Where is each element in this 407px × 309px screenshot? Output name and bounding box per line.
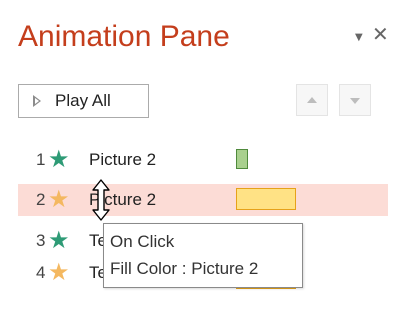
move-earlier-button[interactable]: [296, 84, 328, 116]
animation-row-2[interactable]: 2 ★ Picture 2: [18, 184, 388, 216]
animation-target: Picture 2: [89, 150, 157, 169]
move-earlier-icon: [307, 97, 317, 103]
emphasis-star-icon: ★: [48, 185, 70, 213]
animation-tooltip: On Click Fill Color : Picture 2: [103, 223, 303, 288]
close-icon[interactable]: ✕: [372, 22, 389, 46]
timeline-bar[interactable]: [236, 149, 248, 169]
entrance-star-icon: ★: [48, 226, 70, 254]
play-all-label: Play All: [55, 91, 111, 110]
animation-number: 1: [36, 150, 46, 169]
animation-number: 3: [36, 231, 46, 250]
tooltip-effect: Fill Color : Picture 2: [110, 259, 259, 278]
emphasis-star-icon: ★: [48, 258, 70, 286]
animation-number: 4: [36, 263, 46, 282]
play-triangle-icon: [33, 95, 41, 107]
tooltip-trigger: On Click: [110, 232, 175, 251]
play-all-button[interactable]: Play All: [18, 84, 149, 118]
animation-pane: Animation Pane ▼ ✕ Play All 1 ★ Picture …: [0, 0, 407, 309]
animation-row-1[interactable]: 1 ★ Picture 2: [18, 144, 388, 176]
timeline-bar[interactable]: [236, 188, 296, 210]
entrance-star-icon: ★: [48, 145, 70, 173]
pane-title: Animation Pane: [18, 20, 230, 53]
move-later-icon: [350, 98, 360, 104]
animation-number: 2: [36, 190, 46, 209]
dropdown-triangle-icon[interactable]: ▼: [355, 32, 363, 43]
move-later-button[interactable]: [339, 84, 371, 116]
resize-cursor-icon: [92, 179, 110, 221]
